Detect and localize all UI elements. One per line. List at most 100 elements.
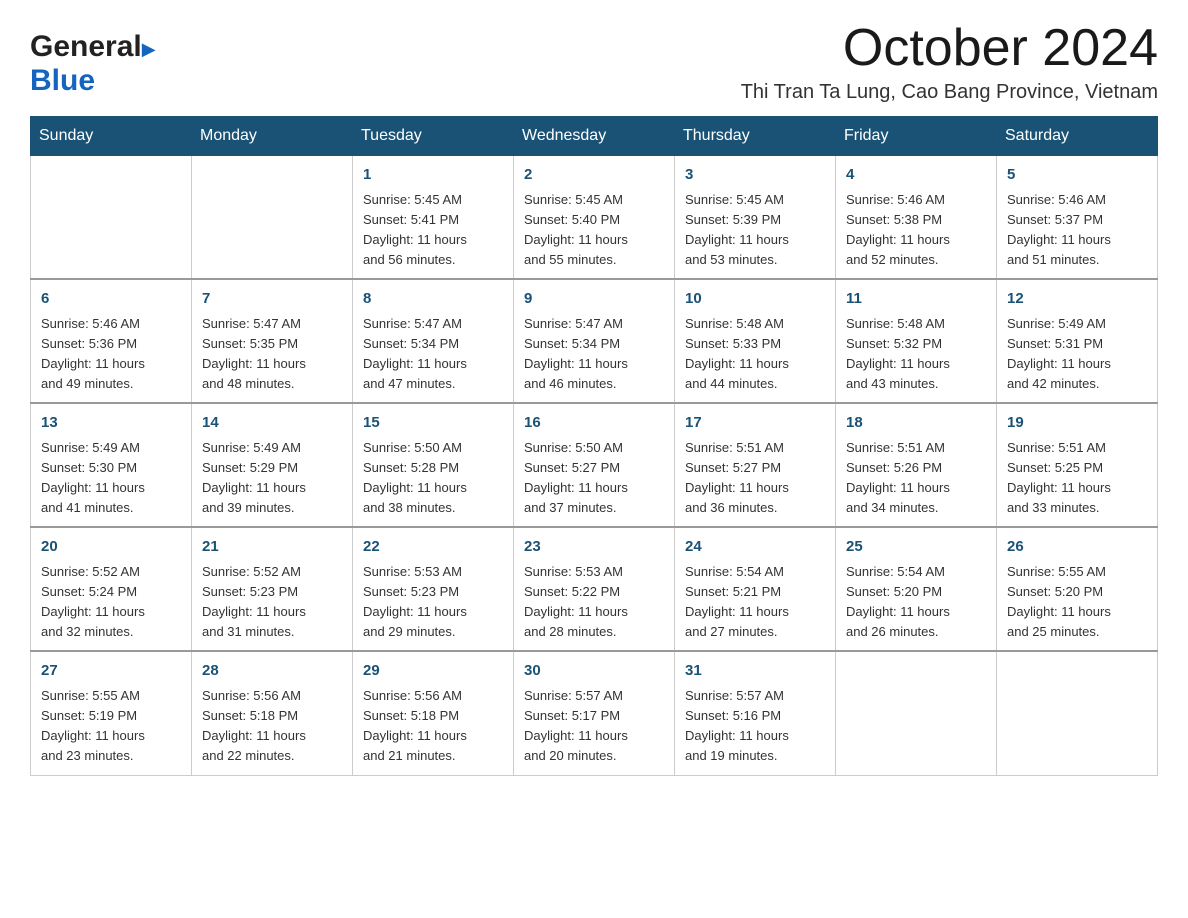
day-number: 7	[202, 288, 342, 311]
day-info: Sunrise: 5:51 AMSunset: 5:25 PMDaylight:…	[1007, 438, 1147, 519]
logo: General▶ Blue	[30, 30, 156, 98]
table-row: 20 Sunrise: 5:52 AMSunset: 5:24 PMDayligh…	[31, 527, 192, 651]
calendar-week-2: 6 Sunrise: 5:46 AMSunset: 5:36 PMDaylight…	[31, 279, 1158, 403]
table-row: 29Sunrise: 5:56 AMSunset: 5:18 PMDayligh…	[353, 651, 514, 775]
table-row: 5 Sunrise: 5:46 AMSunset: 5:37 PMDaylight…	[997, 156, 1158, 280]
day-number: 31	[685, 660, 825, 683]
day-number: 8	[363, 288, 503, 311]
calendar-week-4: 20 Sunrise: 5:52 AMSunset: 5:24 PMDayligh…	[31, 527, 1158, 651]
day-number: 17	[685, 412, 825, 435]
day-info: Sunrise: 5:48 AMSunset: 5:33 PMDaylight:…	[685, 314, 825, 395]
day-info: Sunrise: 5:45 AMSunset: 5:40 PMDaylight:…	[524, 190, 664, 271]
logo-line2: Blue	[30, 64, 156, 98]
day-info: Sunrise: 5:46 AMSunset: 5:36 PMDaylight:…	[41, 314, 181, 395]
table-row: 21Sunrise: 5:52 AMSunset: 5:23 PMDayligh…	[192, 527, 353, 651]
day-info: Sunrise: 5:52 AMSunset: 5:24 PMDaylight:…	[41, 562, 181, 643]
day-info: Sunrise: 5:51 AMSunset: 5:26 PMDaylight:…	[846, 438, 986, 519]
day-info: Sunrise: 5:50 AMSunset: 5:27 PMDaylight:…	[524, 438, 664, 519]
calendar-week-5: 27 Sunrise: 5:55 AMSunset: 5:19 PMDayligh…	[31, 651, 1158, 775]
table-row: 8 Sunrise: 5:47 AMSunset: 5:34 PMDaylight…	[353, 279, 514, 403]
day-number: 6	[41, 288, 181, 311]
day-info: Sunrise: 5:54 AMSunset: 5:20 PMDaylight:…	[846, 562, 986, 643]
day-number: 3	[685, 164, 825, 187]
table-row: 14Sunrise: 5:49 AMSunset: 5:29 PMDayligh…	[192, 403, 353, 527]
table-row: 26Sunrise: 5:55 AMSunset: 5:20 PMDayligh…	[997, 527, 1158, 651]
table-row: 23Sunrise: 5:53 AMSunset: 5:22 PMDayligh…	[514, 527, 675, 651]
table-row: 28 Sunrise: 5:56 AMSunset: 5:18 PMDayligh…	[192, 651, 353, 775]
col-monday: Monday	[192, 117, 353, 156]
table-row: 15Sunrise: 5:50 AMSunset: 5:28 PMDayligh…	[353, 403, 514, 527]
calendar: Sunday Monday Tuesday Wednesday Thursday…	[30, 116, 1158, 775]
table-row: 7 Sunrise: 5:47 AMSunset: 5:35 PMDaylight…	[192, 279, 353, 403]
day-info: Sunrise: 5:47 AMSunset: 5:34 PMDaylight:…	[363, 314, 503, 395]
day-info: Sunrise: 5:55 AMSunset: 5:19 PMDaylight:…	[41, 686, 181, 767]
table-row: 1Sunrise: 5:45 AMSunset: 5:41 PMDaylight…	[353, 156, 514, 280]
day-number: 4	[846, 164, 986, 187]
logo-general: General	[30, 30, 142, 63]
table-row: 9 Sunrise: 5:47 AMSunset: 5:34 PMDaylight…	[514, 279, 675, 403]
col-sunday: Sunday	[31, 117, 192, 156]
table-row: 11 Sunrise: 5:48 AMSunset: 5:32 PMDayligh…	[836, 279, 997, 403]
col-tuesday: Tuesday	[353, 117, 514, 156]
day-number: 5	[1007, 164, 1147, 187]
day-info: Sunrise: 5:56 AMSunset: 5:18 PMDaylight:…	[363, 686, 503, 767]
day-info: Sunrise: 5:47 AMSunset: 5:34 PMDaylight:…	[524, 314, 664, 395]
day-number: 24	[685, 536, 825, 559]
day-info: Sunrise: 5:49 AMSunset: 5:31 PMDaylight:…	[1007, 314, 1147, 395]
col-thursday: Thursday	[675, 117, 836, 156]
day-number: 22	[363, 536, 503, 559]
day-info: Sunrise: 5:51 AMSunset: 5:27 PMDaylight:…	[685, 438, 825, 519]
table-row: 24 Sunrise: 5:54 AMSunset: 5:21 PMDayligh…	[675, 527, 836, 651]
day-number: 28	[202, 660, 342, 683]
calendar-week-1: 1Sunrise: 5:45 AMSunset: 5:41 PMDaylight…	[31, 156, 1158, 280]
logo-line1: General▶	[30, 30, 156, 64]
table-row: 30Sunrise: 5:57 AMSunset: 5:17 PMDayligh…	[514, 651, 675, 775]
table-row: 10 Sunrise: 5:48 AMSunset: 5:33 PMDayligh…	[675, 279, 836, 403]
day-number: 9	[524, 288, 664, 311]
table-row: 19 Sunrise: 5:51 AMSunset: 5:25 PMDayligh…	[997, 403, 1158, 527]
day-number: 1	[363, 164, 503, 187]
day-info: Sunrise: 5:53 AMSunset: 5:22 PMDaylight:…	[524, 562, 664, 643]
table-row: 22 Sunrise: 5:53 AMSunset: 5:23 PMDayligh…	[353, 527, 514, 651]
table-row	[997, 651, 1158, 775]
month-title: October 2024	[741, 20, 1158, 77]
day-number: 20	[41, 536, 181, 559]
day-info: Sunrise: 5:52 AMSunset: 5:23 PMDaylight:…	[202, 562, 342, 643]
day-info: Sunrise: 5:47 AMSunset: 5:35 PMDaylight:…	[202, 314, 342, 395]
day-number: 16	[524, 412, 664, 435]
day-number: 13	[41, 412, 181, 435]
day-number: 11	[846, 288, 986, 311]
calendar-header-row: Sunday Monday Tuesday Wednesday Thursday…	[31, 117, 1158, 156]
table-row	[31, 156, 192, 280]
title-section: October 2024 Thi Tran Ta Lung, Cao Bang …	[741, 20, 1158, 104]
table-row: 25Sunrise: 5:54 AMSunset: 5:20 PMDayligh…	[836, 527, 997, 651]
day-info: Sunrise: 5:48 AMSunset: 5:32 PMDaylight:…	[846, 314, 986, 395]
day-info: Sunrise: 5:46 AMSunset: 5:37 PMDaylight:…	[1007, 190, 1147, 271]
day-number: 12	[1007, 288, 1147, 311]
table-row: 13Sunrise: 5:49 AMSunset: 5:30 PMDayligh…	[31, 403, 192, 527]
table-row: 18Sunrise: 5:51 AMSunset: 5:26 PMDayligh…	[836, 403, 997, 527]
table-row: 3 Sunrise: 5:45 AMSunset: 5:39 PMDaylight…	[675, 156, 836, 280]
table-row	[192, 156, 353, 280]
day-number: 30	[524, 660, 664, 683]
table-row: 27 Sunrise: 5:55 AMSunset: 5:19 PMDayligh…	[31, 651, 192, 775]
table-row	[836, 651, 997, 775]
table-row: 2Sunrise: 5:45 AMSunset: 5:40 PMDaylight…	[514, 156, 675, 280]
day-info: Sunrise: 5:56 AMSunset: 5:18 PMDaylight:…	[202, 686, 342, 767]
day-info: Sunrise: 5:54 AMSunset: 5:21 PMDaylight:…	[685, 562, 825, 643]
day-info: Sunrise: 5:46 AMSunset: 5:38 PMDaylight:…	[846, 190, 986, 271]
day-number: 10	[685, 288, 825, 311]
page-header: General▶ Blue October 2024 Thi Tran Ta L…	[30, 20, 1158, 104]
day-number: 26	[1007, 536, 1147, 559]
table-row: 12 Sunrise: 5:49 AMSunset: 5:31 PMDayligh…	[997, 279, 1158, 403]
day-number: 19	[1007, 412, 1147, 435]
day-number: 27	[41, 660, 181, 683]
table-row: 4 Sunrise: 5:46 AMSunset: 5:38 PMDaylight…	[836, 156, 997, 280]
table-row: 17 Sunrise: 5:51 AMSunset: 5:27 PMDayligh…	[675, 403, 836, 527]
day-info: Sunrise: 5:53 AMSunset: 5:23 PMDaylight:…	[363, 562, 503, 643]
col-wednesday: Wednesday	[514, 117, 675, 156]
day-number: 15	[363, 412, 503, 435]
table-row: 6 Sunrise: 5:46 AMSunset: 5:36 PMDaylight…	[31, 279, 192, 403]
logo-arrow-icon: ▶	[142, 39, 156, 60]
day-info: Sunrise: 5:45 AMSunset: 5:39 PMDaylight:…	[685, 190, 825, 271]
